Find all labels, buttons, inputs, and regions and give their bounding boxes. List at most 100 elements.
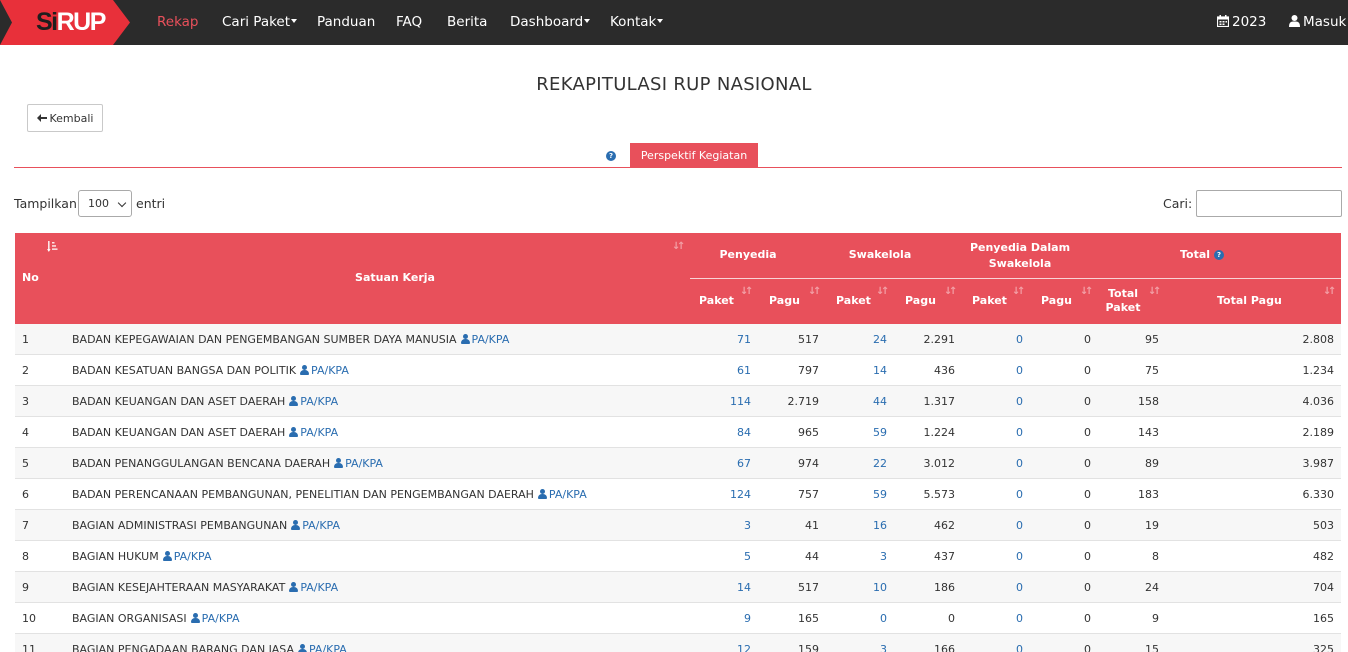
year-selector[interactable]: 2023: [1217, 14, 1266, 30]
header-penyedia-pagu[interactable]: Pagu: [769, 294, 800, 307]
nav-item-panduan[interactable]: Panduan: [317, 14, 375, 30]
sort-icon[interactable]: [944, 286, 957, 300]
tab-perspektif-kegiatan[interactable]: Perspektif Kegiatan: [630, 143, 758, 168]
cell-penyedia-paket[interactable]: 9: [744, 603, 751, 634]
cell-swakelola-pagu: 5.573: [923, 488, 956, 501]
pa-kpa-link[interactable]: PA/KPA: [345, 457, 383, 470]
nav-item-dashboard[interactable]: Dashboard: [510, 14, 591, 30]
length-label: Tampilkan: [14, 196, 77, 211]
cell-penyedia-paket[interactable]: 84: [737, 417, 751, 448]
cell-swakelola-paket[interactable]: 24: [873, 324, 887, 355]
cell-penyedia-paket[interactable]: 61: [737, 355, 751, 386]
header-penyedia-paket[interactable]: Paket: [699, 294, 734, 307]
nav-item-rekap[interactable]: Rekap: [157, 14, 199, 30]
pa-kpa-link[interactable]: PA/KPA: [549, 488, 587, 501]
cell-penyedia-pagu: 517: [798, 581, 819, 594]
header-pds-paket[interactable]: Paket: [972, 294, 1007, 307]
user-icon: [190, 612, 200, 623]
cell-pds-paket[interactable]: 0: [1016, 634, 1023, 652]
calendar-icon: [1217, 14, 1229, 27]
header-pds-pagu[interactable]: Pagu: [1041, 294, 1072, 307]
cell-pds-paket[interactable]: 0: [1016, 355, 1023, 386]
cell-swakelola-paket[interactable]: 44: [873, 386, 887, 417]
pa-kpa-link[interactable]: PA/KPA: [300, 395, 338, 408]
cell-penyedia-pagu: 974: [798, 457, 819, 470]
entries-select-value: 100: [88, 197, 109, 210]
cell-pds-paket[interactable]: 0: [1016, 510, 1023, 541]
cell-total-paket: 183: [1138, 488, 1159, 501]
cell-swakelola-paket[interactable]: 22: [873, 448, 887, 479]
pa-kpa-link[interactable]: PA/KPA: [309, 643, 347, 652]
cell-swakelola-pagu: 186: [934, 581, 955, 594]
pa-kpa-link[interactable]: PA/KPA: [300, 426, 338, 439]
header-satuan-kerja[interactable]: Satuan Kerja: [315, 271, 475, 284]
cell-penyedia-paket[interactable]: 14: [737, 572, 751, 603]
user-icon: [334, 457, 344, 468]
pa-kpa-link[interactable]: PA/KPA: [174, 550, 212, 563]
cell-pds-paket[interactable]: 0: [1016, 541, 1023, 572]
pa-kpa-link[interactable]: PA/KPA: [202, 612, 240, 625]
cell-penyedia-paket[interactable]: 114: [730, 386, 751, 417]
nav-item-kontak[interactable]: Kontak: [610, 14, 664, 30]
sort-icon[interactable]: [1148, 286, 1161, 300]
cell-penyedia-paket[interactable]: 12: [737, 634, 751, 652]
sort-icon[interactable]: [1080, 286, 1093, 300]
nav-item-faq[interactable]: FAQ: [396, 14, 422, 30]
cell-swakelola-paket[interactable]: 10: [873, 572, 887, 603]
header-no[interactable]: No: [22, 271, 39, 284]
cell-total-paket: 8: [1152, 550, 1159, 563]
nav-item-cari-paket[interactable]: Cari Paket: [222, 14, 298, 30]
cell-swakelola-paket[interactable]: 16: [873, 510, 887, 541]
login-link[interactable]: Masuk: [1289, 14, 1346, 30]
entries-select[interactable]: 100: [78, 190, 132, 217]
sort-icon[interactable]: [672, 241, 685, 255]
cell-pds-paket[interactable]: 0: [1016, 572, 1023, 603]
nav-item-berita[interactable]: Berita: [447, 14, 487, 30]
question-circle-icon[interactable]: ?: [1214, 250, 1225, 260]
cell-pds-paket[interactable]: 0: [1016, 386, 1023, 417]
sort-icon[interactable]: [876, 286, 889, 300]
cell-swakelola-paket[interactable]: 59: [873, 417, 887, 448]
search-input[interactable]: [1196, 190, 1342, 217]
cell-pds-paket[interactable]: 0: [1016, 479, 1023, 510]
cell-penyedia-paket[interactable]: 71: [737, 324, 751, 355]
cell-satuan-kerja: BAGIAN ORGANISASI PA/KPA: [72, 603, 240, 634]
cell-penyedia-paket[interactable]: 3: [744, 510, 751, 541]
sort-icon[interactable]: [808, 286, 821, 300]
sort-ascending-icon[interactable]: [47, 241, 59, 253]
cell-total-pagu: 3.987: [1302, 457, 1335, 470]
cell-pds-pagu: 0: [1084, 519, 1091, 532]
header-swakelola-pagu[interactable]: Pagu: [905, 294, 936, 307]
sort-icon[interactable]: [740, 286, 753, 300]
cell-swakelola-paket[interactable]: 59: [873, 479, 887, 510]
user-icon: [291, 519, 301, 530]
back-button[interactable]: Kembali: [27, 104, 103, 132]
cell-penyedia-paket[interactable]: 5: [744, 541, 751, 572]
cell-no: 4: [22, 426, 29, 439]
cell-total-paket: 143: [1138, 426, 1159, 439]
header-total-paket[interactable]: Total Paket: [1103, 287, 1143, 315]
pa-kpa-link[interactable]: PA/KPA: [300, 581, 338, 594]
pa-kpa-link[interactable]: PA/KPA: [472, 333, 510, 346]
cell-pds-paket[interactable]: 0: [1016, 603, 1023, 634]
sirup-logo[interactable]: SiRUP: [0, 0, 130, 45]
cell-penyedia-paket[interactable]: 67: [737, 448, 751, 479]
cell-penyedia-paket[interactable]: 124: [730, 479, 751, 510]
pa-kpa-link[interactable]: PA/KPA: [302, 519, 340, 532]
cell-pds-paket[interactable]: 0: [1016, 448, 1023, 479]
cell-swakelola-paket[interactable]: 14: [873, 355, 887, 386]
cell-swakelola-paket[interactable]: 3: [880, 634, 887, 652]
header-total-pagu[interactable]: Total Pagu: [1217, 294, 1282, 307]
sort-icon[interactable]: [1012, 286, 1025, 300]
cell-swakelola-paket[interactable]: 3: [880, 541, 887, 572]
pa-kpa-link[interactable]: PA/KPA: [311, 364, 349, 377]
cell-total-paket: 19: [1145, 519, 1159, 532]
cell-pds-paket[interactable]: 0: [1016, 324, 1023, 355]
cell-swakelola-paket[interactable]: 0: [880, 603, 887, 634]
cell-satuan-kerja: BADAN KEUANGAN DAN ASET DAERAH PA/KPA: [72, 386, 338, 417]
cell-penyedia-pagu: 41: [805, 519, 819, 532]
sort-icon[interactable]: [1323, 286, 1336, 300]
question-circle-icon[interactable]: ?: [606, 151, 616, 161]
cell-pds-paket[interactable]: 0: [1016, 417, 1023, 448]
header-swakelola-paket[interactable]: Paket: [836, 294, 871, 307]
